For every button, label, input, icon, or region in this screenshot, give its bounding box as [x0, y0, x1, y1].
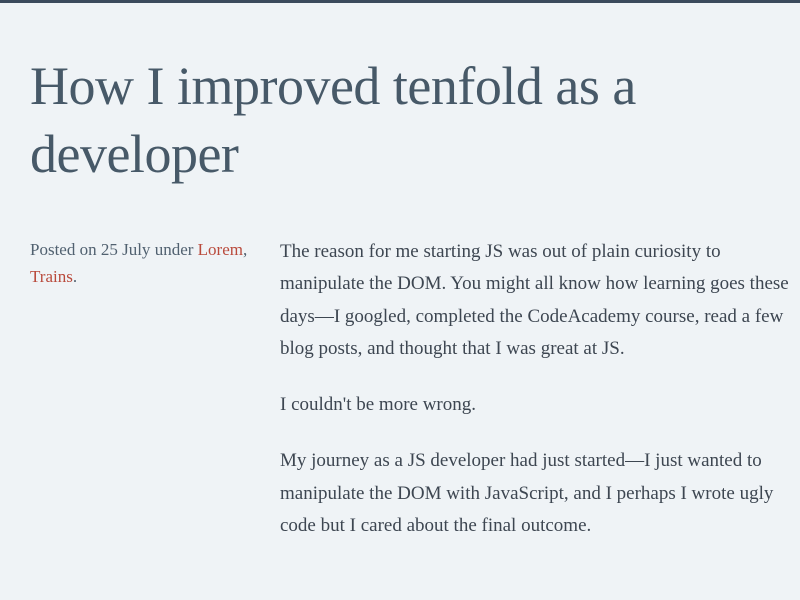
- meta-under: under: [150, 240, 197, 259]
- article-body: The reason for me starting JS was out of…: [280, 236, 800, 566]
- meta-separator: ,: [243, 240, 247, 259]
- paragraph: The reason for me starting JS was out of…: [280, 236, 800, 365]
- article-container: How I improved tenfold as a developer Po…: [0, 3, 800, 566]
- article-title: How I improved tenfold as a developer: [30, 53, 800, 188]
- paragraph: I couldn't be more wrong.: [280, 389, 800, 421]
- meta-date: 25 July: [101, 240, 151, 259]
- meta-prefix: Posted on: [30, 240, 101, 259]
- content-row: Posted on 25 July under Lorem, Trains. T…: [30, 236, 800, 566]
- meta-suffix: .: [73, 267, 77, 286]
- category-link-0[interactable]: Lorem: [198, 240, 243, 259]
- category-link-1[interactable]: Trains: [30, 267, 73, 286]
- paragraph: My journey as a JS developer had just st…: [280, 445, 800, 542]
- article-meta: Posted on 25 July under Lorem, Trains.: [30, 236, 280, 566]
